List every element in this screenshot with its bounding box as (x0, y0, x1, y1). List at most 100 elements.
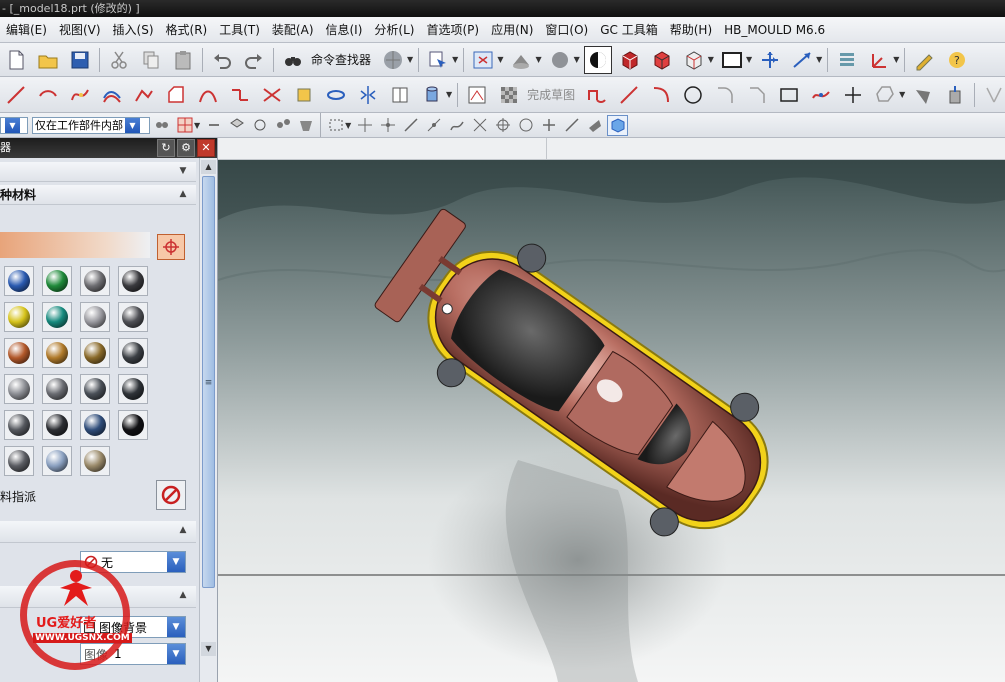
project-body-icon[interactable] (941, 81, 969, 109)
material-swatch[interactable] (118, 266, 148, 296)
crosshair-select-icon[interactable] (157, 234, 185, 260)
snap-curve-icon[interactable] (446, 115, 467, 136)
move-component-icon[interactable] (756, 46, 784, 74)
menu-tools[interactable]: 工具(T) (213, 19, 266, 41)
scroll-up-icon[interactable]: ▲ (201, 160, 216, 174)
orient-view-icon[interactable] (788, 46, 816, 74)
snap-point-icon[interactable] (174, 115, 195, 136)
binoculars-icon[interactable] (279, 46, 307, 74)
no-material-icon[interactable] (156, 480, 186, 510)
offset-curve-icon[interactable] (98, 81, 126, 109)
menu-application[interactable]: 应用(N) (485, 19, 539, 41)
menu-view[interactable]: 视图(V) (53, 19, 107, 41)
material-swatch[interactable] (4, 446, 34, 476)
top-collapse-header[interactable]: ▼ (0, 162, 196, 182)
snap-center-icon[interactable] (492, 115, 513, 136)
rectangle-select-icon[interactable] (325, 115, 346, 136)
chevron-down-icon[interactable]: ▼ (452, 55, 458, 64)
cylinder-icon[interactable] (418, 81, 446, 109)
menu-format[interactable]: 格式(R) (160, 19, 214, 41)
layer-settings-icon[interactable] (833, 46, 861, 74)
assembly-selection-icon[interactable] (151, 115, 172, 136)
material-swatch[interactable] (42, 410, 72, 440)
mirror-curve-icon[interactable] (354, 81, 382, 109)
wire-cube-icon[interactable] (648, 46, 676, 74)
material-swatch[interactable] (80, 302, 110, 332)
snap-tangent-icon[interactable] (423, 115, 444, 136)
snap-line-icon[interactable] (400, 115, 421, 136)
material-swatch[interactable] (80, 374, 110, 404)
snap-midpoint-icon[interactable] (377, 115, 398, 136)
menu-hb-mould[interactable]: HB_MOULD M6.6 (718, 19, 831, 41)
menu-gc-toolkit[interactable]: GC 工具箱 (594, 19, 664, 41)
revolve-icon[interactable] (322, 81, 350, 109)
scroll-thumb[interactable]: ≡ (202, 176, 215, 588)
menu-information[interactable]: 信息(I) (320, 19, 369, 41)
derive-line-icon[interactable] (909, 81, 937, 109)
material-library-header[interactable]: 种材料 ▲ (0, 185, 196, 205)
chevron-down-icon[interactable]: ▼ (816, 55, 822, 64)
selection-arrow-icon[interactable] (203, 115, 224, 136)
finish-sketch-flag-icon[interactable] (495, 81, 523, 109)
type-filter-combo[interactable]: ▼ (0, 116, 28, 134)
chevron-down-icon[interactable]: ▼ (574, 55, 580, 64)
material-swatch[interactable] (42, 302, 72, 332)
book-view-icon[interactable] (386, 81, 414, 109)
project-curve-icon[interactable] (130, 81, 158, 109)
menu-preferences[interactable]: 首选项(P) (420, 19, 485, 41)
save-icon[interactable] (66, 46, 94, 74)
material-swatch[interactable] (4, 374, 34, 404)
line-tool-icon[interactable] (2, 81, 30, 109)
gear-icon[interactable]: ⚙ (177, 139, 195, 157)
chevron-down-icon[interactable]: ▼ (746, 55, 752, 64)
graphics-window[interactable] (218, 138, 1005, 682)
fit-view-icon[interactable] (469, 46, 497, 74)
material-swatch[interactable] (42, 374, 72, 404)
chamfer-shape-icon[interactable] (162, 81, 190, 109)
material-swatch[interactable] (80, 446, 110, 476)
extrude-icon[interactable] (290, 81, 318, 109)
command-finder-button[interactable]: 命令查找器 (311, 51, 371, 68)
profile-tool-icon[interactable] (583, 81, 611, 109)
undo-icon[interactable] (208, 46, 236, 74)
scope-filter-combo[interactable]: 仅在工作部件内部 ▼ (32, 116, 150, 134)
snap-existing-point-icon[interactable] (538, 115, 559, 136)
material-swatch[interactable] (118, 338, 148, 368)
render-style-icon[interactable] (507, 46, 535, 74)
material-swatch[interactable] (80, 338, 110, 368)
material-swatch[interactable] (4, 266, 34, 296)
point-tool-icon[interactable] (839, 81, 867, 109)
polygon-tool-icon[interactable] (871, 81, 899, 109)
body-selection-icon[interactable] (272, 115, 293, 136)
quick-trim-icon[interactable] (980, 81, 1005, 109)
join-curve-icon[interactable] (226, 81, 254, 109)
hidden-line-cube-icon[interactable] (680, 46, 708, 74)
sketch-line-icon[interactable] (615, 81, 643, 109)
finish-sketch-button[interactable]: 完成草图 (527, 86, 575, 103)
material-swatch[interactable] (4, 302, 34, 332)
menu-window[interactable]: 窗口(O) (539, 19, 594, 41)
material-swatch[interactable] (80, 266, 110, 296)
material-swatch[interactable] (118, 410, 148, 440)
help-cursor-icon[interactable]: ? (942, 46, 970, 74)
snap-intersection-icon[interactable] (469, 115, 490, 136)
chevron-down-icon[interactable]: ▼ (407, 55, 413, 64)
chevron-down-icon[interactable]: ▼ (446, 90, 452, 99)
new-file-icon[interactable] (2, 46, 30, 74)
menu-help[interactable]: 帮助(H) (664, 19, 718, 41)
chevron-down-icon[interactable]: ▼ (497, 55, 503, 64)
shaded-display-icon[interactable] (583, 45, 612, 74)
menu-edit[interactable]: 编辑(E) (0, 19, 53, 41)
chevron-down-icon[interactable]: ▼ (194, 121, 200, 130)
snap-quadrant-icon[interactable] (515, 115, 536, 136)
select-filter-icon[interactable] (424, 46, 452, 74)
paste-icon[interactable] (169, 46, 197, 74)
material-swatch[interactable] (4, 410, 34, 440)
reset-icon[interactable]: ↻ (157, 139, 175, 157)
cut-icon[interactable] (105, 46, 133, 74)
chevron-down-icon[interactable]: ▼ (708, 55, 714, 64)
open-folder-icon[interactable] (34, 46, 62, 74)
material-swatch[interactable] (42, 266, 72, 296)
material-swatch[interactable] (42, 446, 72, 476)
panel-scrollbar[interactable]: ▲ ≡ ▼ (199, 158, 217, 682)
